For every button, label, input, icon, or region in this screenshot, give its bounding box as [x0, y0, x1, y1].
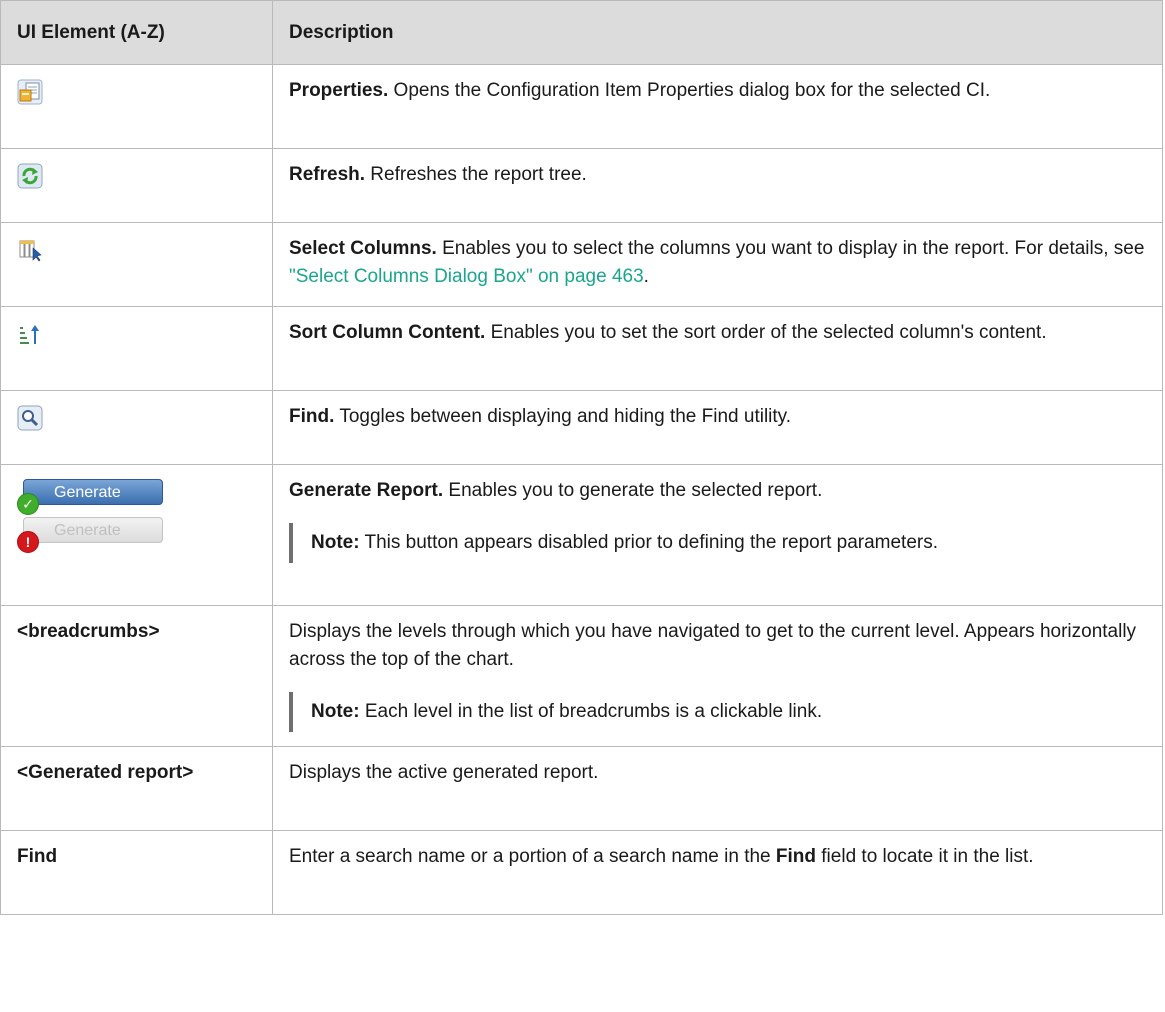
- description-title: Refresh.: [289, 164, 366, 185]
- properties-icon[interactable]: [17, 79, 43, 105]
- table-row: Find. Toggles between displaying and hid…: [0, 390, 1163, 465]
- description-text: Toggles between displaying and hiding th…: [334, 406, 792, 427]
- description-bold-term: Find: [775, 846, 816, 867]
- note-text: Each level in the list of breadcrumbs is…: [359, 701, 823, 722]
- description-cell: Select Columns. Enables you to select th…: [272, 222, 1163, 307]
- ui-elements-table: UI Element (A-Z) Description Properties.…: [0, 0, 1163, 915]
- description-cell: Displays the active generated report.: [272, 746, 1163, 831]
- description-cell: Displays the levels through which you ha…: [272, 605, 1163, 747]
- description-text: Enables you to set the sort order of the…: [485, 322, 1047, 343]
- column-header-ui-element: UI Element (A-Z): [0, 0, 273, 65]
- description-title: Select Columns.: [289, 238, 437, 259]
- table-row: Sort Column Content. Enables you to set …: [0, 306, 1163, 391]
- description-text: Displays the active generated report.: [289, 762, 599, 783]
- element-cell: Generate ✓ Generate !: [0, 464, 273, 606]
- generate-button-enabled[interactable]: Generate: [23, 479, 163, 505]
- description-cell: Generate Report. Enables you to generate…: [272, 464, 1163, 606]
- description-cell: Enter a search name or a portion of a se…: [272, 830, 1163, 915]
- description-title: Find.: [289, 406, 335, 427]
- description-text-end: .: [643, 266, 649, 287]
- element-cell: <breadcrumbs>: [0, 605, 273, 747]
- description-text: Displays the levels through which you ha…: [289, 621, 1137, 670]
- table-row: <breadcrumbs> Displays the levels throug…: [0, 605, 1163, 747]
- element-cell: Find: [0, 830, 273, 915]
- description-text: Enables you to generate the selected rep…: [443, 480, 823, 501]
- generate-button-disabled: Generate: [23, 517, 163, 543]
- error-icon: !: [17, 531, 39, 553]
- table-row: Select Columns. Enables you to select th…: [0, 222, 1163, 307]
- table-row: Properties. Opens the Configuration Item…: [0, 64, 1163, 149]
- note-text: This button appears disabled prior to de…: [359, 532, 938, 553]
- description-text: Opens the Configuration Item Properties …: [388, 80, 991, 101]
- note-block: Note: This button appears disabled prior…: [289, 523, 1148, 563]
- table-row: Generate ✓ Generate ! Generate Report. E…: [0, 464, 1163, 606]
- checkmark-icon: ✓: [17, 493, 39, 515]
- refresh-icon[interactable]: [17, 163, 43, 189]
- note-label: Note:: [311, 701, 360, 722]
- element-cell: [0, 222, 273, 307]
- description-text: Enables you to select the columns you wa…: [436, 238, 1145, 259]
- description-text: Enter a search name or a portion of a se…: [289, 846, 776, 867]
- table-header-row: UI Element (A-Z) Description: [0, 0, 1163, 65]
- generate-buttons: Generate ✓ Generate !: [17, 477, 167, 553]
- description-title: Generate Report.: [289, 480, 444, 501]
- find-icon[interactable]: [17, 405, 43, 431]
- description-cell: Refresh. Refreshes the report tree.: [272, 148, 1163, 223]
- description-cell: Properties. Opens the Configuration Item…: [272, 64, 1163, 149]
- description-text-end: field to locate it in the list.: [816, 846, 1034, 867]
- description-text: Refreshes the report tree.: [365, 164, 587, 185]
- element-cell: <Generated report>: [0, 746, 273, 831]
- table-row: Find Enter a search name or a portion of…: [0, 830, 1163, 915]
- element-cell: [0, 64, 273, 149]
- select-columns-dialog-link[interactable]: "Select Columns Dialog Box" on page 463: [289, 266, 644, 287]
- column-header-description: Description: [272, 0, 1163, 65]
- table-row: Refresh. Refreshes the report tree.: [0, 148, 1163, 223]
- element-cell: [0, 148, 273, 223]
- table-row: <Generated report> Displays the active g…: [0, 746, 1163, 831]
- description-title: Properties.: [289, 80, 389, 101]
- description-title: Sort Column Content.: [289, 322, 486, 343]
- note-label: Note:: [311, 532, 360, 553]
- sort-ascending-icon[interactable]: [17, 321, 43, 347]
- note-block: Note: Each level in the list of breadcru…: [289, 692, 1148, 732]
- element-cell: [0, 390, 273, 465]
- element-cell: [0, 306, 273, 391]
- description-cell: Sort Column Content. Enables you to set …: [272, 306, 1163, 391]
- select-columns-icon[interactable]: [17, 237, 43, 263]
- description-cell: Find. Toggles between displaying and hid…: [272, 390, 1163, 465]
